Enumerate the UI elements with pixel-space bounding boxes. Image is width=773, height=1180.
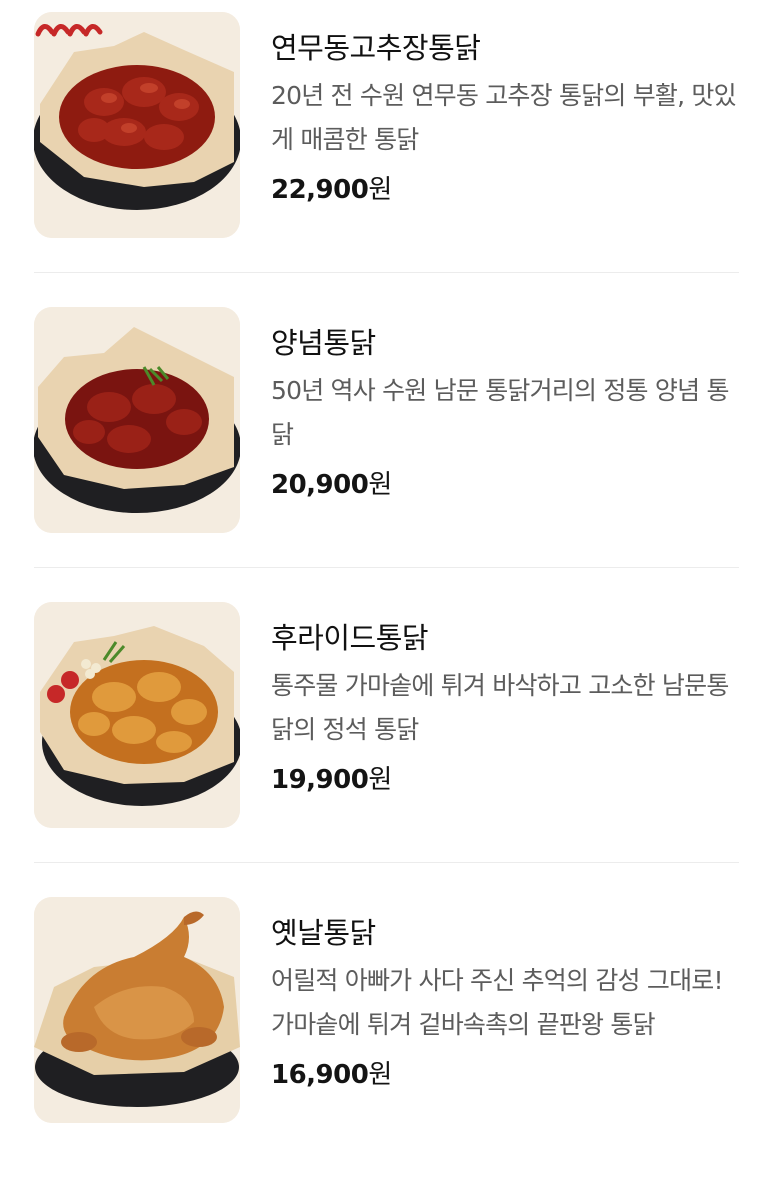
menu-item-oldstyle-chicken[interactable]: 옛날통닭 어릴적 아빠가 사다 주신 추억의 감성 그대로! 가마솥에 튀겨 겉… (0, 885, 773, 1180)
menu-item-info: 옛날통닭 어릴적 아빠가 사다 주신 추억의 감성 그대로! 가마솥에 튀겨 겉… (271, 913, 743, 1095)
seasoned-chicken-image[interactable] (34, 307, 240, 533)
divider (34, 272, 739, 273)
menu-item-name: 연무동고추장통닭 (271, 31, 481, 65)
menu-item-info: 후라이드통닭 통주물 가마솥에 튀겨 바삭하고 고소한 남문통닭의 정석 통닭 … (271, 618, 743, 800)
price-value: 16,900 (271, 1060, 369, 1090)
menu-item-description: 통주물 가마솥에 튀겨 바삭하고 고소한 남문통닭의 정석 통닭 (271, 671, 729, 744)
price-value: 20,900 (271, 470, 369, 500)
menu-item-info: 양념통닭 50년 역사 수원 남문 통닭거리의 정통 양념 통닭 20,900원 (271, 323, 743, 505)
menu-item-gochujang-chicken[interactable]: 연무동고추장통닭 20년 전 수원 연무동 고추장 통닭의 부활, 맛있게 매콤… (0, 0, 773, 295)
menu-item-description: 어릴적 아빠가 사다 주신 추억의 감성 그대로! 가마솥에 튀겨 겉바속촉의 … (271, 966, 724, 1039)
menu-item-name: 옛날통닭 (271, 916, 376, 950)
menu-item-seasoned-chicken[interactable]: 양념통닭 50년 역사 수원 남문 통닭거리의 정통 양념 통닭 20,900원 (0, 295, 773, 590)
menu-item-name: 양념통닭 (271, 326, 376, 360)
price-currency: 원 (368, 765, 392, 795)
menu-item-price: 19,900원 (271, 760, 743, 800)
price-currency: 원 (368, 470, 392, 500)
menu-list: 연무동고추장통닭 20년 전 수원 연무동 고추장 통닭의 부활, 맛있게 매콤… (0, 0, 773, 1180)
price-value: 22,900 (271, 175, 369, 205)
menu-item-price: 16,900원 (271, 1055, 743, 1095)
price-currency: 원 (368, 175, 392, 205)
menu-item-info: 연무동고추장통닭 20년 전 수원 연무동 고추장 통닭의 부활, 맛있게 매콤… (271, 28, 743, 210)
gochujang-chicken-image[interactable] (34, 12, 240, 238)
menu-item-fried-chicken[interactable]: 후라이드통닭 통주물 가마솥에 튀겨 바삭하고 고소한 남문통닭의 정석 통닭 … (0, 590, 773, 885)
menu-item-price: 22,900원 (271, 170, 743, 210)
menu-item-description: 20년 전 수원 연무동 고추장 통닭의 부활, 맛있게 매콤한 통닭 (271, 81, 737, 154)
menu-item-price: 20,900원 (271, 465, 743, 505)
divider (34, 567, 739, 568)
menu-item-name: 후라이드통닭 (271, 621, 429, 655)
fried-chicken-image[interactable] (34, 602, 240, 828)
price-value: 19,900 (271, 765, 369, 795)
price-currency: 원 (368, 1060, 392, 1090)
divider (34, 862, 739, 863)
menu-item-description: 50년 역사 수원 남문 통닭거리의 정통 양념 통닭 (271, 376, 729, 449)
whole-fried-chicken-image[interactable] (34, 897, 240, 1123)
